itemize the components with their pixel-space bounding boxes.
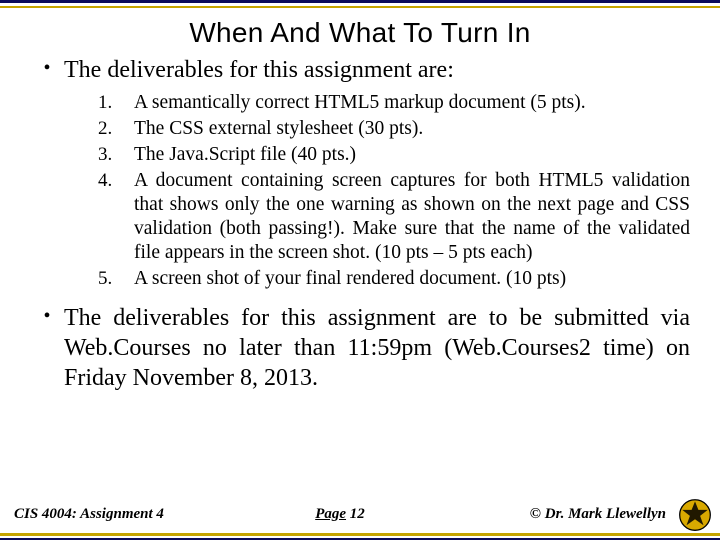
list-text: A document containing screen captures fo… — [134, 169, 690, 265]
list-item: 3. The Java.Script file (40 pts.) — [98, 143, 690, 167]
list-text: A semantically correct HTML5 markup docu… — [134, 91, 690, 115]
list-text: The Java.Script file (40 pts.) — [134, 143, 690, 167]
footer-course: CIS 4004: Assignment 4 — [10, 506, 234, 523]
list-number: 4. — [98, 169, 134, 193]
ucf-logo-icon — [678, 498, 712, 532]
list-number: 5. — [98, 267, 134, 291]
slide-content: When And What To Turn In • The deliverab… — [0, 13, 720, 492]
list-item: 2. The CSS external stylesheet (30 pts). — [98, 117, 690, 141]
list-item: 5. A screen shot of your final rendered … — [98, 267, 690, 291]
footer-page-number: 12 — [350, 506, 365, 522]
slide-footer: CIS 4004: Assignment 4 Page 12 © Dr. Mar… — [0, 499, 720, 529]
list-text: A screen shot of your final rendered doc… — [134, 267, 690, 291]
bullet-text: The deliverables for this assignment are… — [64, 55, 690, 85]
footer-page: Page 12 — [234, 506, 446, 523]
slide-title: When And What To Turn In — [30, 17, 690, 49]
bullet-dot-icon: • — [30, 55, 64, 81]
top-accent-bar — [0, 6, 720, 8]
footer-author: © Dr. Mark Llewellyn — [446, 506, 710, 523]
list-item: 1. A semantically correct HTML5 markup d… — [98, 91, 690, 115]
list-item: 4. A document containing screen captures… — [98, 169, 690, 265]
footer-page-label: Page — [315, 506, 346, 522]
bullet-text: The deliverables for this assignment are… — [64, 303, 690, 393]
bottom-accent-bar — [0, 533, 720, 536]
list-text: The CSS external stylesheet (30 pts). — [134, 117, 690, 141]
bullet-item: • The deliverables for this assignment a… — [30, 55, 690, 85]
list-number: 2. — [98, 117, 134, 141]
list-number: 1. — [98, 91, 134, 115]
ordered-list: 1. A semantically correct HTML5 markup d… — [98, 91, 690, 291]
slide: When And What To Turn In • The deliverab… — [0, 0, 720, 540]
bullet-item: • The deliverables for this assignment a… — [30, 303, 690, 393]
bullet-dot-icon: • — [30, 303, 64, 329]
list-number: 3. — [98, 143, 134, 167]
